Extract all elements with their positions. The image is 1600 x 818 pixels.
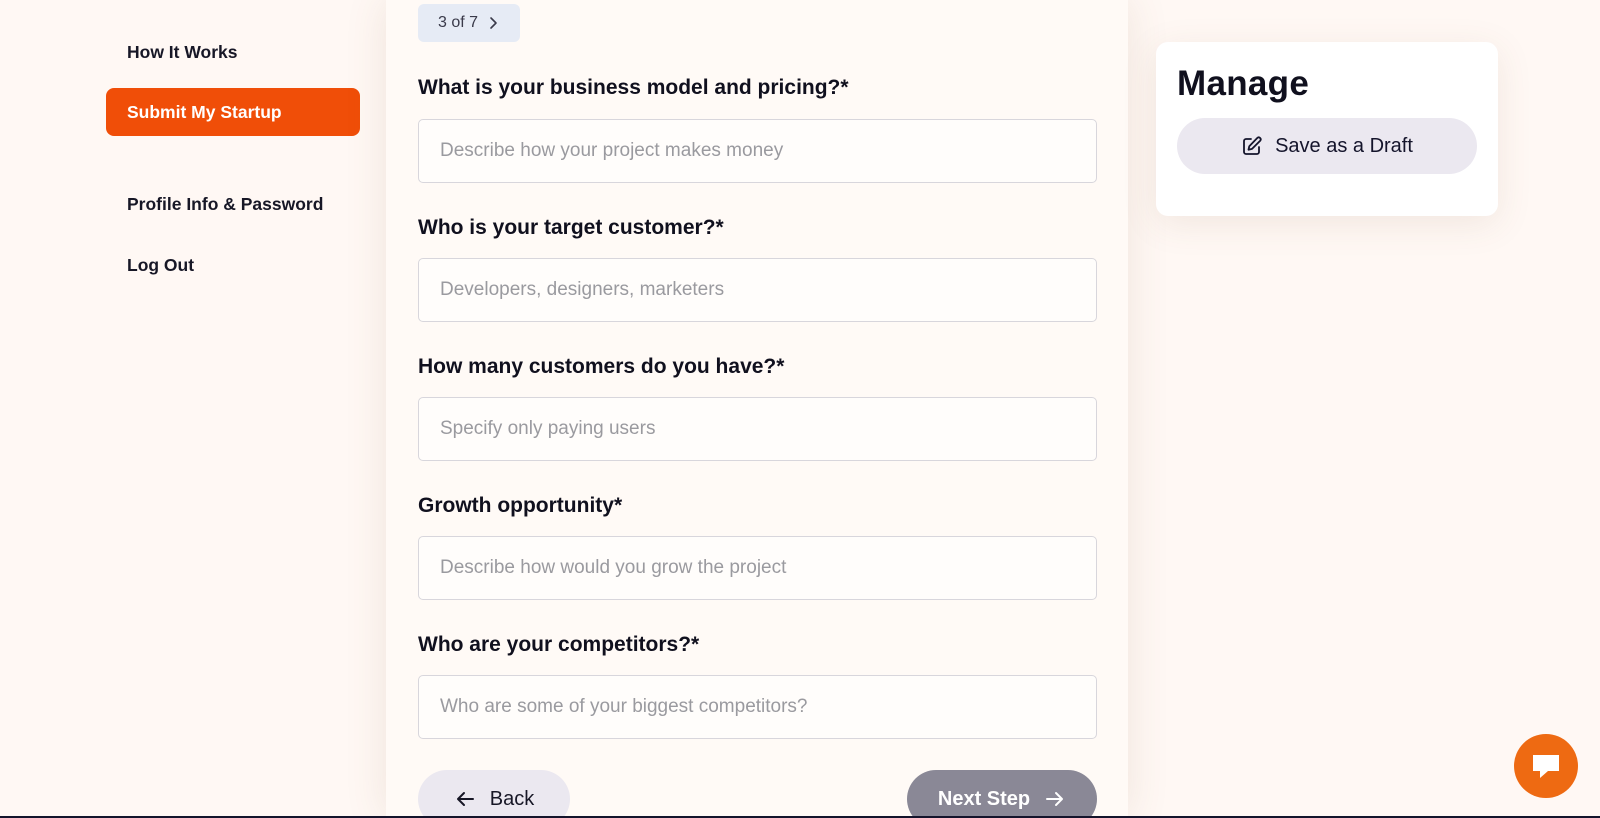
customer-count-input[interactable] [418, 397, 1097, 461]
sidebar-item-label: Log Out [127, 254, 195, 275]
edit-icon [1243, 136, 1262, 155]
sidebar-nav: How It Works Submit My Startup Profile I… [106, 0, 360, 818]
business-model-input[interactable] [418, 119, 1097, 183]
manage-card: Manage Save as a Draft [1156, 42, 1498, 216]
sidebar-item-log-out[interactable]: Log Out [106, 241, 360, 289]
save-draft-button[interactable]: Save as a Draft [1177, 118, 1477, 174]
sidebar-item-label: Submit My Startup [127, 101, 282, 122]
sidebar-item-label: How It Works [127, 41, 238, 62]
chat-icon [1533, 755, 1559, 778]
step-indicator[interactable]: 3 of 7 [418, 4, 520, 42]
business-model-label: What is your business model and pricing?… [418, 76, 849, 99]
growth-opportunity-label: Growth opportunity* [418, 494, 623, 517]
arrow-left-icon [456, 792, 474, 806]
growth-opportunity-input[interactable] [418, 536, 1097, 600]
target-customer-label: Who is your target customer?* [418, 216, 724, 239]
step-indicator-label: 3 of 7 [437, 14, 479, 31]
back-button-label: Back [489, 787, 535, 810]
competitors-label: Who are your competitors?* [418, 633, 700, 656]
save-draft-button-label: Save as a Draft [1275, 134, 1413, 157]
sidebar-item-profile-info[interactable]: Profile Info & Password [106, 180, 360, 228]
arrow-right-icon [1046, 792, 1064, 806]
back-button[interactable]: Back [418, 770, 570, 818]
sidebar-item-submit-my-startup[interactable]: Submit My Startup [106, 88, 360, 136]
chat-launcher-button[interactable] [1514, 734, 1578, 798]
next-step-button-label: Next Step [937, 787, 1031, 810]
startup-form-panel: 3 of 7 What is your business model and p… [386, 0, 1128, 818]
sidebar-item-label: Profile Info & Password [127, 193, 324, 214]
customer-count-label: How many customers do you have?* [418, 355, 785, 378]
next-step-button[interactable]: Next Step [907, 770, 1097, 818]
competitors-input[interactable] [418, 675, 1097, 739]
chevron-right-icon [490, 17, 497, 29]
sidebar-item-how-it-works[interactable]: How It Works [106, 28, 360, 76]
manage-title: Manage [1177, 64, 1310, 103]
target-customer-input[interactable] [418, 258, 1097, 322]
